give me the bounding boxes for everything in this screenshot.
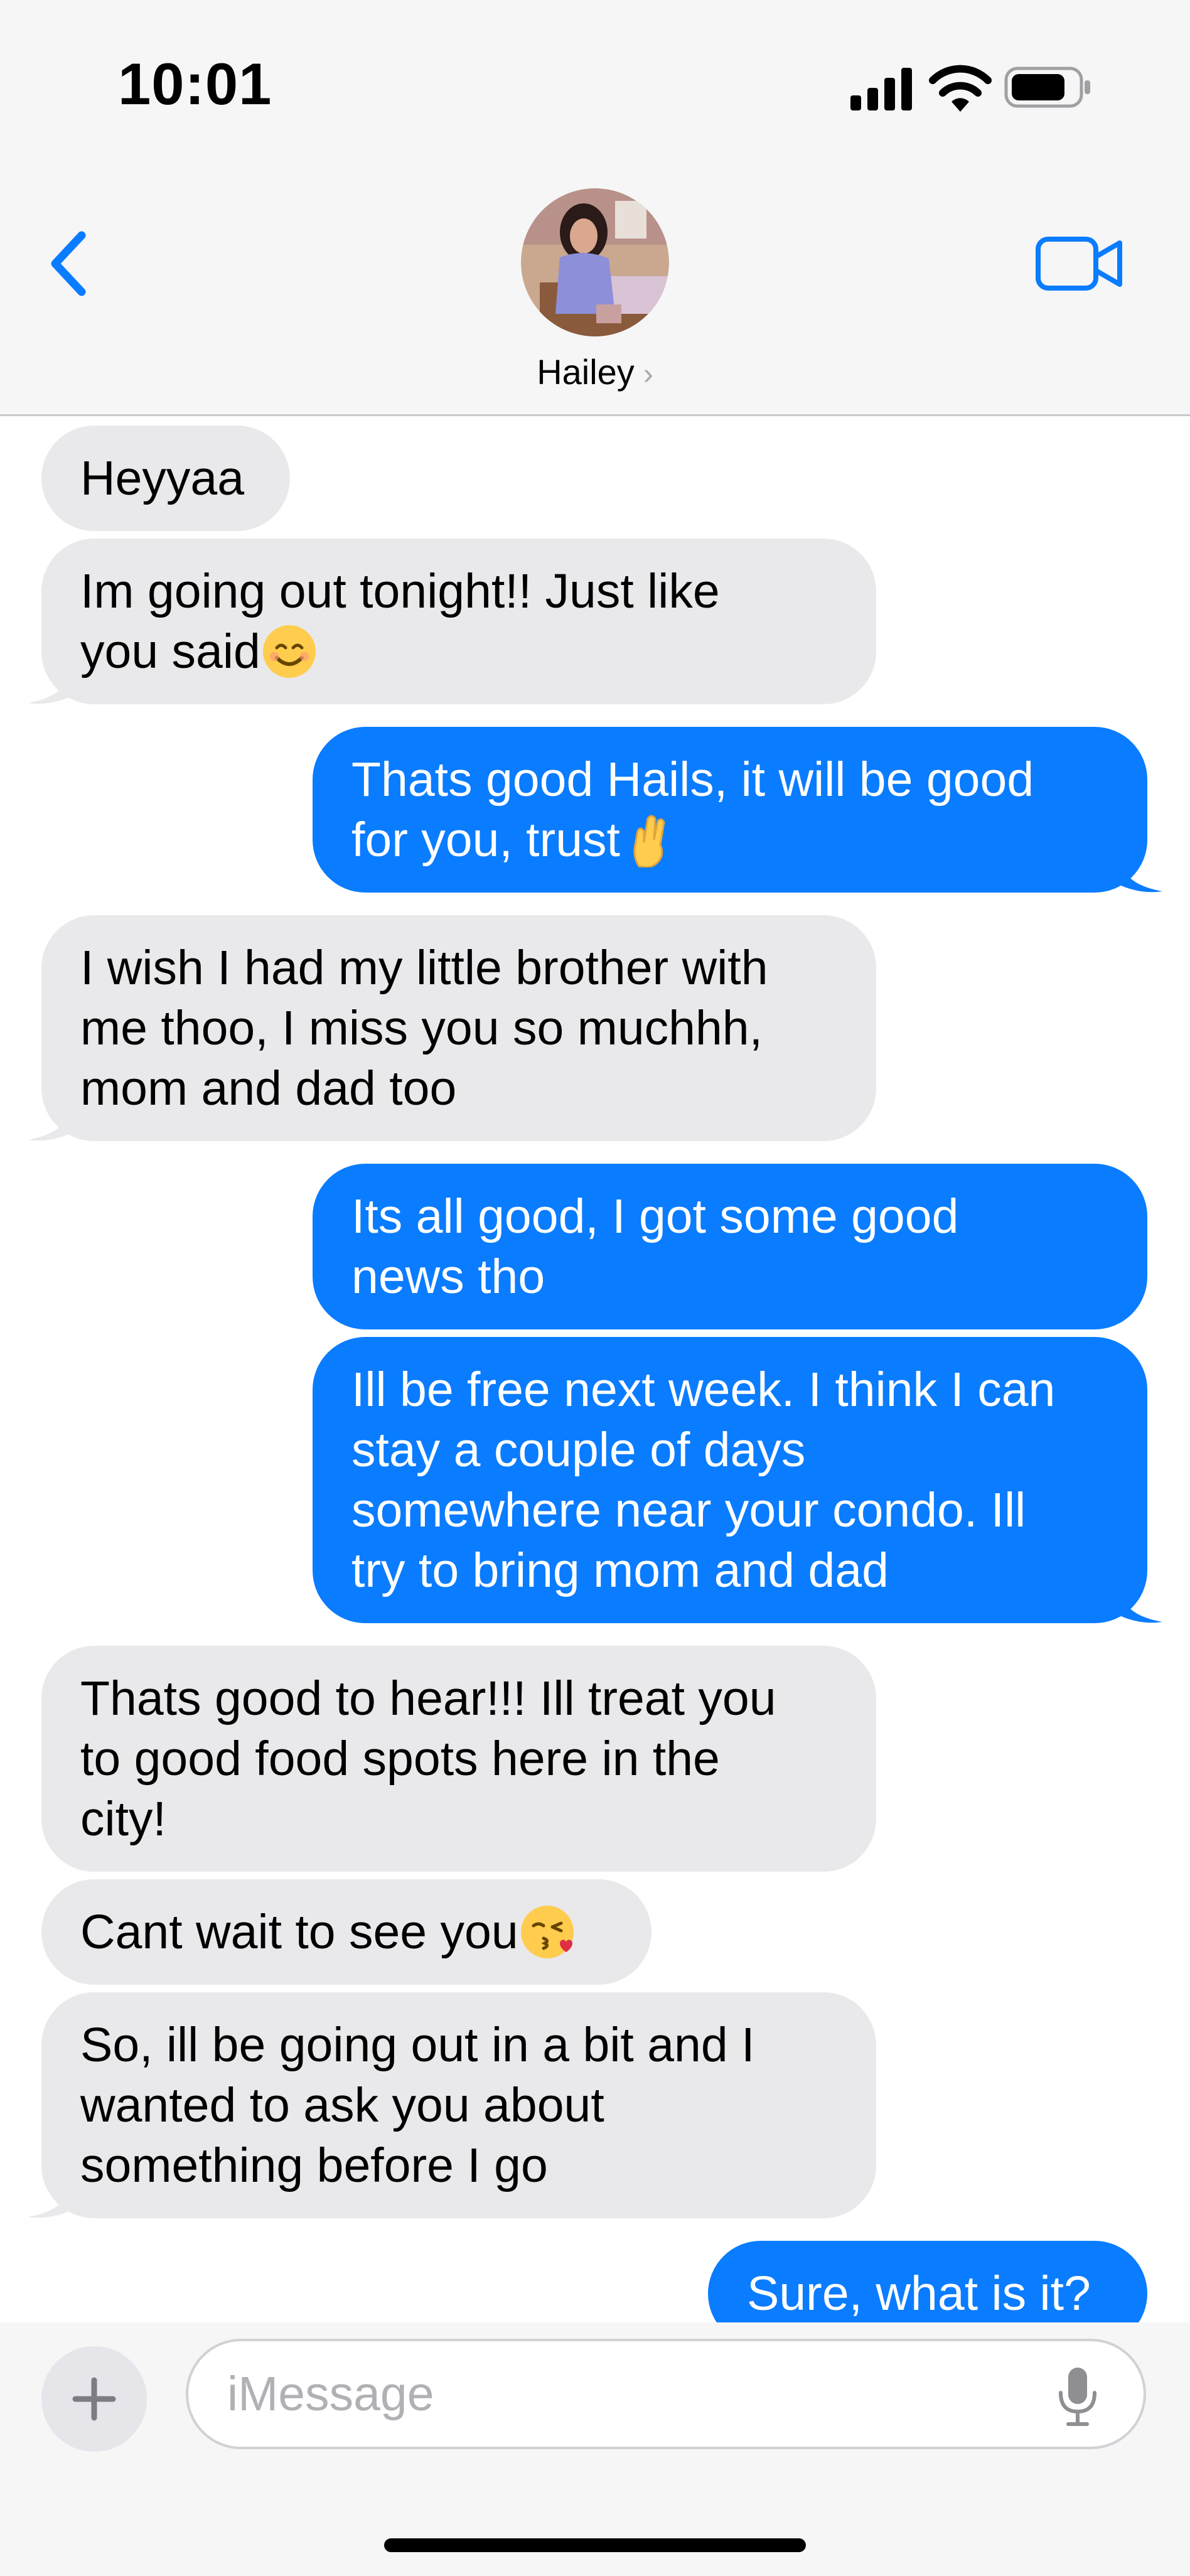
contact-name: Hailey [537, 352, 635, 392]
bubble-tail [1112, 1593, 1162, 1623]
smiling-face-emoji [262, 625, 316, 678]
bubble-tail [1112, 862, 1162, 893]
microphone-icon[interactable] [1056, 2366, 1100, 2427]
message-text: to good food spots here in the [80, 1732, 720, 1786]
kissing-face-emoji [520, 1906, 574, 1958]
contact-chevron-icon: › [643, 358, 653, 391]
bubble-tail [28, 2188, 78, 2218]
contact-avatar[interactable] [521, 188, 669, 336]
message-text: Its all good, I got some good [351, 1189, 959, 1243]
message-outgoing[interactable]: Its all good, I got some good news tho [313, 1164, 1147, 1329]
cellular-signal-icon [850, 68, 912, 110]
message-text: Sure, what is it? [747, 2267, 1091, 2321]
message-outgoing[interactable]: Thats good Hails, it will be good for yo… [313, 727, 1147, 893]
battery-icon [1004, 67, 1090, 108]
home-indicator [384, 2538, 806, 2552]
message-outgoing[interactable]: Ill be free next week. I think I can sta… [313, 1337, 1147, 1623]
plus-button[interactable] [41, 2346, 147, 2452]
message-text: wanted to ask you about [80, 2078, 604, 2132]
message-text: city! [80, 1792, 166, 1846]
message-text: So, ill be going out in a bit and I [80, 2018, 755, 2072]
imessage-input[interactable]: iMessage [186, 2339, 1146, 2449]
message-incoming[interactable]: I wish I had my little brother with me t… [41, 915, 876, 1141]
message-text: you said [80, 625, 260, 679]
message-text: news tho [351, 1250, 545, 1304]
video-call-icon[interactable] [1036, 235, 1123, 292]
back-chevron-icon[interactable] [46, 229, 90, 298]
message-text: me thoo, I miss you so muchhh, [80, 1001, 763, 1055]
message-incoming[interactable]: Cant wait to see you [41, 1879, 651, 1985]
crossed-fingers-emoji [633, 815, 665, 867]
message-text: stay a couple of days [351, 1423, 806, 1477]
message-incoming[interactable]: So, ill be going out in a bit and I want… [41, 1992, 876, 2218]
message-incoming[interactable]: Thats good to hear!!! Ill treat you to g… [41, 1646, 876, 1872]
conversation-header: Hailey › [0, 169, 1190, 416]
imessage-placeholder: iMessage [227, 2367, 434, 2421]
message-text: I wish I had my little brother with [80, 941, 768, 995]
message-text: Thats good to hear!!! Ill treat you [80, 1672, 776, 1725]
message-text: Im going out tonight!! Just like [80, 564, 720, 618]
contact-name-row[interactable]: Hailey › [0, 352, 1190, 392]
message-text: for you, trust [351, 813, 620, 867]
message-text: Cant wait to see you [80, 1905, 518, 1959]
bubble-tail [28, 674, 78, 704]
bubble-tail [28, 1111, 78, 1141]
message-incoming[interactable]: Im going out tonight!! Just like you sai… [41, 539, 876, 704]
message-incoming[interactable]: Heyyaa [41, 426, 290, 531]
status-bar: 10:01 [0, 0, 1190, 169]
message-text: something before I go [80, 2139, 548, 2192]
status-time: 10:01 [118, 51, 272, 117]
message-text: try to bring mom and dad [351, 1543, 889, 1597]
message-text: Thats good Hails, it will be good [351, 753, 1034, 807]
message-text: mom and dad too [80, 1061, 457, 1115]
imessage-conversation-screen: 10:01 Hailey › Heyyaa Im going out tonig… [0, 0, 1190, 2576]
message-composer: iMessage [0, 2322, 1190, 2576]
plus-icon [72, 2377, 116, 2421]
message-text: somewhere near your condo. Ill [351, 1483, 1026, 1537]
message-text: Heyyaa [80, 451, 245, 505]
message-text: Ill be free next week. I think I can [351, 1363, 1056, 1417]
wifi-icon [929, 65, 992, 112]
